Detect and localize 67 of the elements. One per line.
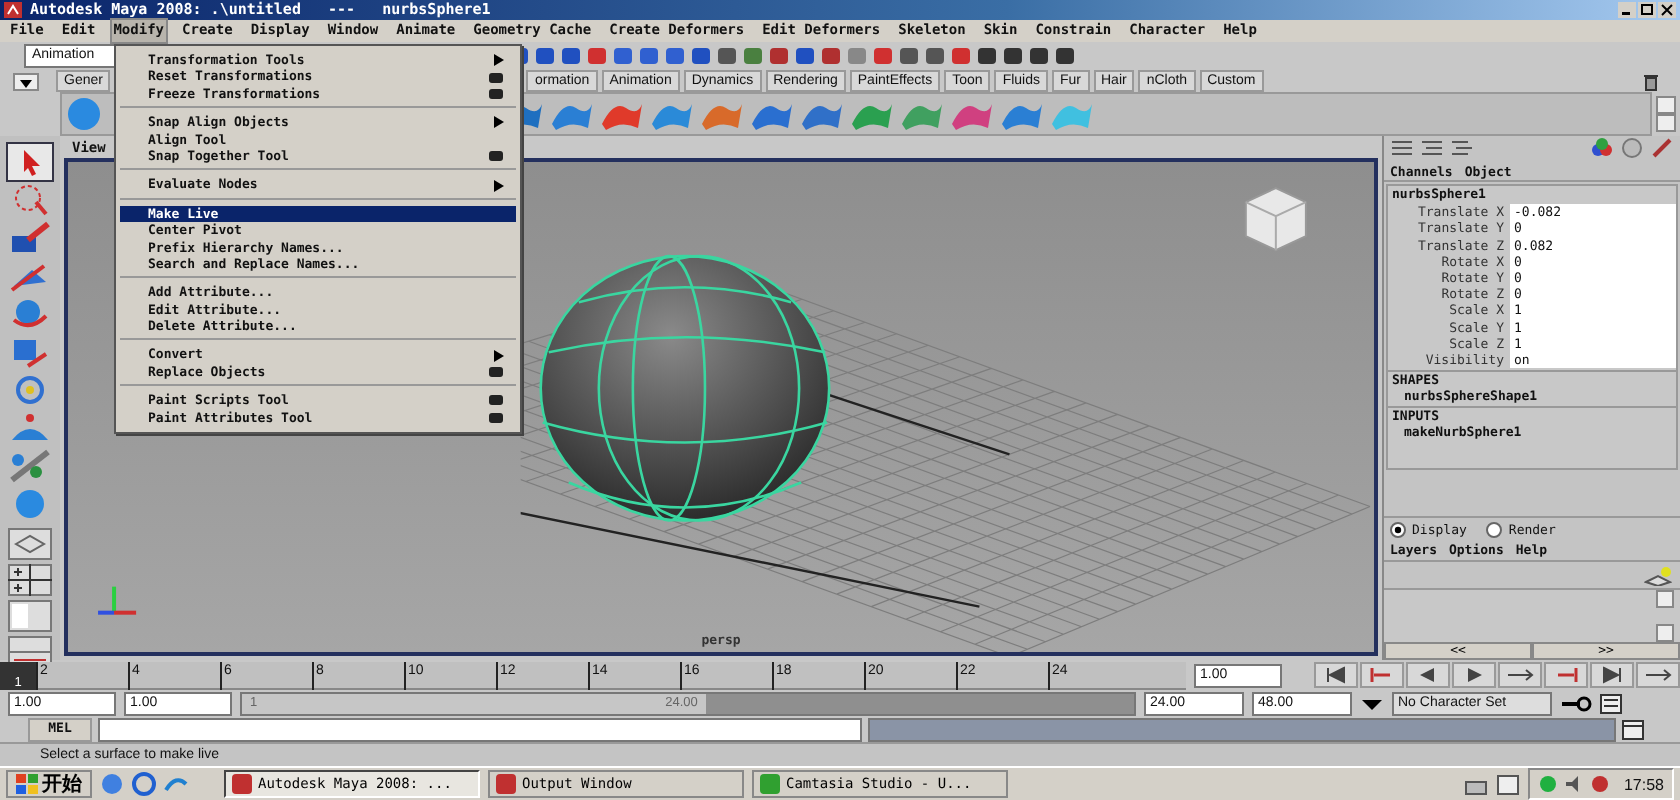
radio-icon[interactable] (1390, 521, 1406, 537)
toolbar-icon[interactable] (534, 46, 556, 66)
key-icon[interactable] (1560, 693, 1592, 713)
last-playback-icon[interactable] (1590, 662, 1634, 688)
outliner-layout-icon[interactable] (8, 600, 52, 632)
scrollbar-icon[interactable] (1656, 590, 1674, 642)
submenu-arrow-icon (494, 54, 504, 67)
volume-icon[interactable] (1563, 774, 1584, 794)
axis-icon (98, 585, 137, 614)
submenu-arrow-icon (494, 116, 504, 129)
option-box-icon[interactable] (488, 71, 504, 84)
single-view-layout-icon[interactable] (8, 528, 52, 560)
prev-playback-icon[interactable] (1406, 662, 1450, 688)
toolbar-icon[interactable] (1028, 46, 1050, 66)
maximize-icon[interactable] (1638, 2, 1656, 18)
four-squares-icon (16, 774, 38, 794)
prevkey-playback-icon[interactable] (1360, 662, 1404, 688)
color-dots-icon[interactable] (1590, 138, 1614, 159)
first-playback-icon[interactable] (1314, 662, 1358, 688)
toolbar-icon[interactable] (560, 46, 582, 66)
minimize-icon[interactable] (1618, 2, 1636, 18)
nextkey-playback-icon[interactable] (1544, 662, 1588, 688)
new-layer-icon[interactable] (1644, 565, 1672, 585)
toolbar-icon[interactable] (976, 46, 998, 66)
option-box-icon[interactable] (488, 87, 504, 100)
tool-settings-icon[interactable] (1450, 138, 1474, 159)
attribute-editor-icon[interactable] (1420, 138, 1444, 159)
close-icon[interactable] (1658, 2, 1676, 18)
play-playback-icon[interactable] (1452, 662, 1496, 688)
toolbar-icon[interactable] (768, 46, 790, 66)
app-icon (232, 774, 252, 794)
app-icon (4, 2, 22, 18)
app-icon (760, 774, 780, 794)
toolbar-icon[interactable] (924, 46, 946, 66)
option-box-icon[interactable] (488, 366, 504, 379)
view-cube-icon[interactable] (1244, 186, 1307, 251)
command-input[interactable] (98, 717, 862, 741)
app-icon (496, 774, 516, 794)
toolbar-icon[interactable] (898, 46, 920, 66)
toolbar-icon[interactable] (1054, 46, 1076, 66)
toolbar-icon[interactable] (638, 46, 660, 66)
toolbar-icon[interactable] (794, 46, 816, 66)
pencil-icon[interactable] (1650, 138, 1674, 159)
window-icon[interactable] (1495, 773, 1520, 795)
start-button[interactable]: 开始 (6, 770, 92, 798)
toolbar-icon[interactable] (612, 46, 634, 66)
browser-icon[interactable] (132, 772, 156, 796)
toolbar-icon[interactable] (1002, 46, 1024, 66)
toolbar-icon[interactable] (716, 46, 738, 66)
option-box-icon[interactable] (488, 150, 504, 163)
toolbar-icon[interactable] (664, 46, 686, 66)
script-editor-icon[interactable] (1622, 719, 1644, 739)
four-view-layout-icon[interactable] (8, 564, 52, 596)
next-playback-icon[interactable] (1498, 662, 1542, 688)
radio-icon[interactable] (1486, 521, 1503, 537)
trash-icon[interactable] (1642, 71, 1660, 91)
option-box-icon[interactable] (488, 394, 504, 407)
shading-ball-icon[interactable] (1620, 138, 1644, 159)
submenu-arrow-icon (494, 349, 504, 362)
toolbar-icon[interactable] (820, 46, 842, 66)
clock: 17:58 (1623, 775, 1664, 793)
submenu-arrow-icon (494, 179, 504, 192)
shelf-menu-icon[interactable] (12, 71, 40, 91)
option-box-icon[interactable] (488, 411, 504, 424)
preferences-icon[interactable] (1600, 693, 1622, 713)
channel-box-icon[interactable] (1390, 138, 1414, 159)
toolbar-icon[interactable] (690, 46, 712, 66)
